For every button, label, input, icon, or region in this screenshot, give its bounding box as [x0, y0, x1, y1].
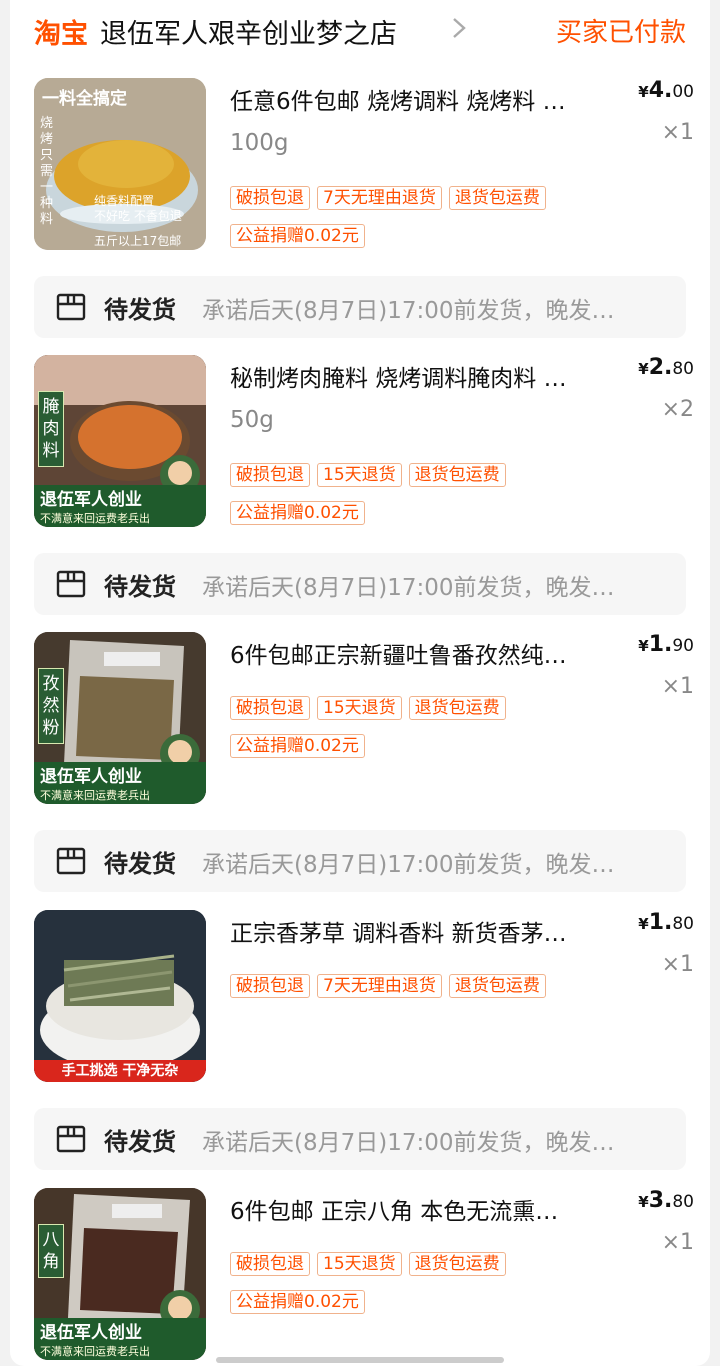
- shipping-label: 待发货: [104, 1128, 176, 1156]
- shipping-status-row[interactable]: 待发货 承诺后天(8月7日)17:00前发货，晚发…: [34, 553, 686, 615]
- shipping-status-row[interactable]: 待发货 承诺后天(8月7日)17:00前发货，晚发…: [34, 276, 686, 338]
- item-price: ¥3.80: [638, 1188, 694, 1213]
- service-tags: 破损包退 15天退货 退货包运费: [230, 463, 700, 487]
- charity-tag: 公益捐赠0.02元: [230, 224, 365, 248]
- lemongrass-illustration: [34, 910, 206, 1082]
- image-vertical-label: 八角: [38, 1224, 64, 1278]
- service-tag: 7天无理由退货: [317, 186, 442, 210]
- image-side-text: 烧烤只需一种料: [40, 116, 54, 227]
- item-price: ¥1.80: [638, 910, 694, 935]
- charity-tags: 公益捐赠0.02元: [230, 734, 700, 758]
- service-tag: 15天退货: [317, 696, 402, 720]
- service-tag: 15天退货: [317, 1252, 402, 1276]
- chevron-right-icon[interactable]: [446, 13, 472, 43]
- shipping-note: 承诺后天(8月7日)17:00前发货，晚发…: [202, 298, 615, 324]
- order-status: 买家已付款: [555, 18, 686, 48]
- item-title[interactable]: 正宗香茅草 调料香料 新货香茅…: [230, 914, 622, 948]
- service-tag: 退货包运费: [448, 186, 546, 210]
- order-item[interactable]: 腌肉料 退伍军人创业 不满意来回运费老兵出 秘制烤肉腌料 烧烤调料腌肉料 … 50…: [34, 355, 694, 531]
- order-item[interactable]: 一料全搞定 烧烤只需一种料 纯香料配置 不好吃 不香包退 五斤以上17包邮 任意…: [34, 78, 694, 254]
- package-box-icon: [56, 570, 86, 598]
- product-image[interactable]: 一料全搞定 烧烤只需一种料 纯香料配置 不好吃 不香包退 五斤以上17包邮: [34, 78, 206, 250]
- shipping-note: 承诺后天(8月7日)17:00前发货，晚发…: [202, 575, 615, 601]
- image-vertical-label: 孜然粉: [38, 668, 64, 744]
- shipping-label: 待发货: [104, 850, 176, 878]
- service-tag: 破损包退: [230, 696, 310, 720]
- charity-tags: 公益捐赠0.02元: [230, 501, 700, 525]
- service-tag: 破损包退: [230, 1252, 310, 1276]
- service-tag: 退货包运费: [448, 974, 546, 998]
- taobao-logo[interactable]: 淘宝: [34, 12, 88, 51]
- service-tag: 破损包退: [230, 186, 310, 210]
- service-tag: 退货包运费: [408, 1252, 506, 1276]
- item-price: ¥4.00: [638, 78, 694, 103]
- charity-tag: 公益捐赠0.02元: [230, 1290, 365, 1314]
- package-box-icon: [56, 1125, 86, 1153]
- product-image[interactable]: 手工挑选 干净无杂: [34, 910, 206, 1082]
- service-tags: 破损包退 15天退货 退货包运费: [230, 1252, 700, 1276]
- order-header: 淘宝 退伍军人艰辛创业梦之店 买家已付款: [10, 0, 710, 60]
- item-quantity: ×2: [661, 397, 694, 422]
- service-tag: 破损包退: [230, 463, 310, 487]
- item-price: ¥2.80: [638, 355, 694, 380]
- charity-tags: 公益捐赠0.02元: [230, 224, 700, 248]
- service-tags: 破损包退 7天无理由退货 退货包运费: [230, 186, 700, 210]
- service-tag: 退货包运费: [408, 463, 506, 487]
- service-tag: 15天退货: [317, 463, 402, 487]
- item-title[interactable]: 任意6件包邮 烧烤调料 烧烤料 …: [230, 82, 622, 116]
- order-item[interactable]: 手工挑选 干净无杂 正宗香茅草 调料香料 新货香茅… ¥1.80 ×1 破损包退…: [34, 910, 694, 1086]
- item-quantity: ×1: [661, 120, 694, 145]
- order-item[interactable]: 孜然粉 退伍军人创业 不满意来回运费老兵出 6件包邮正宗新疆吐鲁番孜然纯… ¥1.…: [34, 632, 694, 808]
- order-card: 淘宝 退伍军人艰辛创业梦之店 买家已付款 一料全搞定 烧烤只需一种料 纯香料配置…: [10, 0, 710, 1366]
- item-title[interactable]: 秘制烤肉腌料 烧烤调料腌肉料 …: [230, 359, 622, 393]
- shipping-label: 待发货: [104, 296, 176, 324]
- image-bottom-text: 五斤以上17包邮: [94, 234, 182, 248]
- image-band: 手工挑选 干净无杂: [61, 1063, 179, 1079]
- order-item[interactable]: 八角 退伍军人创业 不满意来回运费老兵出 6件包邮 正宗八角 本色无流熏… ¥3.…: [34, 1188, 694, 1364]
- package-box-icon: [56, 847, 86, 875]
- item-title[interactable]: 6件包邮 正宗八角 本色无流熏…: [230, 1192, 622, 1226]
- image-band: 退伍军人创业 不满意来回运费老兵出: [34, 485, 206, 527]
- package-box-icon: [56, 293, 86, 321]
- service-tag: 退货包运费: [408, 696, 506, 720]
- service-tags: 破损包退 15天退货 退货包运费: [230, 696, 700, 720]
- shipping-status-row[interactable]: 待发货 承诺后天(8月7日)17:00前发货，晚发…: [34, 1108, 686, 1170]
- item-sku: 100g: [230, 130, 289, 156]
- image-band: 退伍军人创业 不满意来回运费老兵出: [34, 762, 206, 804]
- item-sku: 50g: [230, 407, 274, 433]
- service-tag: 7天无理由退货: [317, 974, 442, 998]
- shipping-note: 承诺后天(8月7日)17:00前发货，晚发…: [202, 852, 615, 878]
- shipping-note: 承诺后天(8月7日)17:00前发货，晚发…: [202, 1130, 615, 1156]
- item-title[interactable]: 6件包邮正宗新疆吐鲁番孜然纯…: [230, 636, 622, 670]
- image-middle-text: 纯香料配置 不好吃 不香包退: [94, 194, 182, 223]
- shop-name-link[interactable]: 退伍军人艰辛创业梦之店: [100, 12, 397, 51]
- home-indicator[interactable]: [216, 1357, 504, 1363]
- image-vertical-label: 腌肉料: [38, 391, 64, 467]
- shipping-label: 待发货: [104, 573, 176, 601]
- product-image[interactable]: 腌肉料 退伍军人创业 不满意来回运费老兵出: [34, 355, 206, 527]
- charity-tag: 公益捐赠0.02元: [230, 501, 365, 525]
- image-top-text: 一料全搞定: [42, 89, 127, 109]
- image-band: 退伍军人创业 不满意来回运费老兵出: [34, 1318, 206, 1360]
- product-image[interactable]: 八角 退伍军人创业 不满意来回运费老兵出: [34, 1188, 206, 1360]
- item-price: ¥1.90: [638, 632, 694, 657]
- shipping-status-row[interactable]: 待发货 承诺后天(8月7日)17:00前发货，晚发…: [34, 830, 686, 892]
- charity-tag: 公益捐赠0.02元: [230, 734, 365, 758]
- charity-tags: 公益捐赠0.02元: [230, 1290, 700, 1314]
- service-tag: 破损包退: [230, 974, 310, 998]
- product-image[interactable]: 孜然粉 退伍军人创业 不满意来回运费老兵出: [34, 632, 206, 804]
- service-tags: 破损包退 7天无理由退货 退货包运费: [230, 974, 700, 998]
